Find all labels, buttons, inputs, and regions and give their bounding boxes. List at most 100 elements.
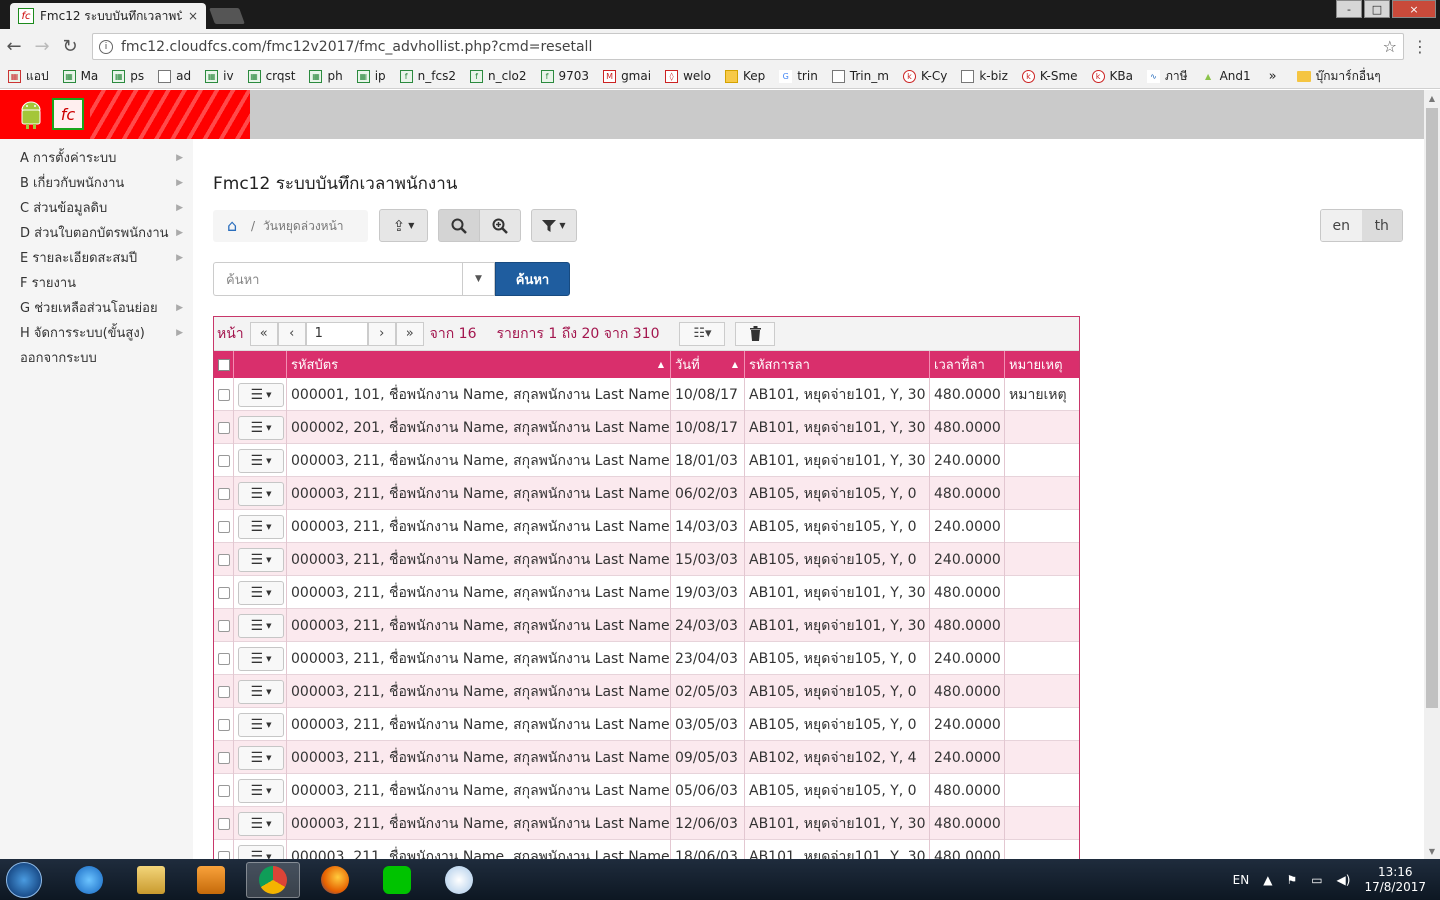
taskbar-firefox[interactable]	[308, 862, 362, 898]
site-info-icon[interactable]: i	[99, 39, 113, 54]
bookmark-item[interactable]: Kep	[724, 69, 765, 83]
column-chooser-button[interactable]: ☷▾	[679, 321, 726, 346]
first-page-button[interactable]: «	[249, 321, 278, 346]
bookmark-item[interactable]: ▦ Ma	[62, 69, 98, 83]
flag-icon[interactable]: ⚑	[1286, 873, 1297, 887]
sidebar-item-settings[interactable]: A การตั้งค่าระบบ ▶	[0, 145, 193, 170]
minimize-button[interactable]: -	[1336, 0, 1362, 18]
row-checkbox[interactable]	[218, 784, 230, 797]
table-row[interactable]: ☰ ▼ 000003, 211, ชื่อพนักงาน Name, สกุลพนั…	[214, 708, 1079, 741]
row-checkbox[interactable]	[218, 520, 230, 533]
bookmark-star-icon[interactable]: ☆	[1383, 37, 1397, 56]
address-bar[interactable]: i fmc12.cloudfcs.com/fmc12v2017/fmc_advh…	[92, 33, 1404, 60]
maximize-button[interactable]: □	[1364, 0, 1390, 18]
column-header-card-id[interactable]: รหัสบัตร ▲	[287, 351, 671, 378]
reload-icon[interactable]: ↻	[56, 36, 84, 57]
taskbar-explorer[interactable]	[124, 862, 178, 898]
bookmark-item[interactable]: ▦ crqst	[247, 69, 295, 83]
input-language[interactable]: EN	[1233, 873, 1250, 887]
table-row[interactable]: ☰ ▼ 000003, 211, ชื่อพนักงาน Name, สกุลพนั…	[214, 741, 1079, 774]
row-checkbox[interactable]	[218, 685, 230, 698]
bookmark-apps[interactable]: ▦ แอป	[8, 67, 49, 86]
bookmark-item[interactable]: ∿ ภาษี	[1147, 67, 1188, 86]
sidebar-item-help[interactable]: G ช่วยเหลือส่วนโอนย่อย ▶	[0, 295, 193, 320]
sidebar-item-timecard[interactable]: D ส่วนใบตอกบัตรพนักงาน ▶	[0, 220, 193, 245]
bookmarks-more-icon[interactable]: »	[1269, 69, 1277, 84]
table-row[interactable]: ☰ ▼ 000003, 211, ชื่อพนักงาน Name, สกุลพนั…	[214, 840, 1079, 859]
row-menu-button[interactable]: ☰ ▼	[238, 844, 284, 859]
export-button[interactable]: ⇪ ▼	[379, 209, 428, 242]
tab-close-icon[interactable]: ×	[188, 9, 198, 23]
table-row[interactable]: ☰ ▼ 000003, 211, ชื่อพนักงาน Name, สกุลพนั…	[214, 774, 1079, 807]
row-menu-button[interactable]: ☰ ▼	[238, 811, 284, 836]
row-menu-button[interactable]: ☰ ▼	[238, 646, 284, 671]
bookmark-item[interactable]: ◊ welo	[665, 69, 711, 83]
taskbar-ie[interactable]	[62, 862, 116, 898]
bookmark-item[interactable]: ▦ iv	[205, 69, 234, 83]
search-input[interactable]: ค้นหา	[213, 262, 463, 296]
row-menu-button[interactable]: ☰ ▼	[238, 481, 284, 506]
row-menu-button[interactable]: ☰ ▼	[238, 580, 284, 605]
row-menu-button[interactable]: ☰ ▼	[238, 745, 284, 770]
taskbar-chrome[interactable]	[246, 862, 300, 898]
scroll-up-icon[interactable]: ▲	[1424, 90, 1440, 106]
taskbar-paint[interactable]	[432, 862, 486, 898]
table-row[interactable]: ☰ ▼ 000003, 211, ชื่อพนักงาน Name, สกุลพนั…	[214, 807, 1079, 840]
bookmark-item[interactable]: f n_fcs2	[399, 69, 456, 83]
taskbar-line[interactable]	[370, 862, 424, 898]
clock[interactable]: 13:16 17/8/2017	[1364, 865, 1426, 895]
row-menu-button[interactable]: ☰ ▼	[238, 514, 284, 539]
scroll-down-icon[interactable]: ▼	[1424, 843, 1440, 859]
row-checkbox[interactable]	[218, 586, 230, 599]
bookmark-item[interactable]: k KBa	[1091, 69, 1133, 83]
bookmark-item[interactable]: Gtrin	[779, 69, 818, 83]
prev-page-button[interactable]: ‹	[277, 321, 306, 346]
lang-th-button[interactable]: th	[1361, 210, 1402, 241]
column-header-leave-time[interactable]: เวลาที่ลา	[930, 351, 1005, 378]
forward-arrow-icon[interactable]: →	[28, 36, 56, 57]
table-row[interactable]: ☰ ▼ 000003, 211, ชื่อพนักงาน Name, สกุลพนั…	[214, 609, 1079, 642]
row-checkbox[interactable]	[218, 718, 230, 731]
table-row[interactable]: ☰ ▼ 000003, 211, ชื่อพนักงาน Name, สกุลพนั…	[214, 444, 1079, 477]
row-menu-button[interactable]: ☰ ▼	[238, 712, 284, 737]
other-bookmarks[interactable]: บุ๊กมาร์กอื่นๆ	[1296, 67, 1381, 86]
bookmark-item[interactable]: ▲ And1	[1202, 69, 1251, 83]
lang-en-button[interactable]: en	[1321, 210, 1362, 241]
back-arrow-icon[interactable]: ←	[0, 36, 28, 57]
table-row[interactable]: ☰ ▼ 000002, 201, ชื่อพนักงาน Name, สกุลพนั…	[214, 411, 1079, 444]
bookmark-item[interactable]: ▦ ph	[309, 69, 343, 83]
row-checkbox[interactable]	[218, 652, 230, 665]
bookmark-item[interactable]: Trin_m	[831, 69, 889, 83]
sidebar-item-employee[interactable]: B เกี่ยวกับพนักงาน ▶	[0, 170, 193, 195]
bookmark-item[interactable]: ▦ ip	[356, 69, 386, 83]
row-menu-button[interactable]: ☰ ▼	[238, 382, 284, 407]
row-checkbox[interactable]	[218, 421, 230, 434]
sidebar-item-admin[interactable]: H จัดการระบบ(ขั้นสูง) ▶	[0, 320, 193, 345]
column-header-leave-code[interactable]: รหัสการลา	[745, 351, 930, 378]
browser-tab[interactable]: fc Fmc12 ระบบบันทึกเวลาพนัก ×	[10, 3, 206, 29]
row-checkbox[interactable]	[218, 454, 230, 467]
row-menu-button[interactable]: ☰ ▼	[238, 448, 284, 473]
row-checkbox[interactable]	[218, 850, 230, 859]
table-row[interactable]: ☰ ▼ 000003, 211, ชื่อพนักงาน Name, สกุลพนั…	[214, 675, 1079, 708]
close-window-button[interactable]: ×	[1392, 0, 1436, 18]
column-header-remark[interactable]: หมายเหตุ	[1005, 351, 1079, 378]
filter-button[interactable]: ▼	[531, 209, 577, 242]
table-row[interactable]: ☰ ▼ 000003, 211, ชื่อพนักงาน Name, สกุลพนั…	[214, 543, 1079, 576]
volume-icon[interactable]: ◀)	[1337, 873, 1351, 887]
url-text[interactable]: fmc12.cloudfcs.com/fmc12v2017/fmc_advhol…	[121, 39, 1383, 55]
next-page-button[interactable]: ›	[367, 321, 396, 346]
row-menu-button[interactable]: ☰ ▼	[238, 547, 284, 572]
row-checkbox[interactable]	[218, 388, 230, 401]
tray-expand-icon[interactable]: ▲	[1263, 873, 1272, 887]
bookmark-item[interactable]: Mgmai	[603, 69, 651, 83]
row-checkbox[interactable]	[218, 553, 230, 566]
scrollbar-thumb[interactable]	[1426, 108, 1438, 708]
home-icon[interactable]: ⌂	[227, 218, 243, 234]
table-row[interactable]: ☰ ▼ 000003, 211, ชื่อพนักงาน Name, สกุลพนั…	[214, 642, 1079, 675]
browser-menu-icon[interactable]: ⋮	[1412, 37, 1428, 56]
search-submit-button[interactable]: ค้นหา	[495, 262, 570, 296]
sidebar-item-yearly[interactable]: E รายละเอียดสะสมปี ▶	[0, 245, 193, 270]
table-row[interactable]: ☰ ▼ 000003, 211, ชื่อพนักงาน Name, สกุลพนั…	[214, 477, 1079, 510]
select-all-checkbox[interactable]	[218, 358, 230, 371]
